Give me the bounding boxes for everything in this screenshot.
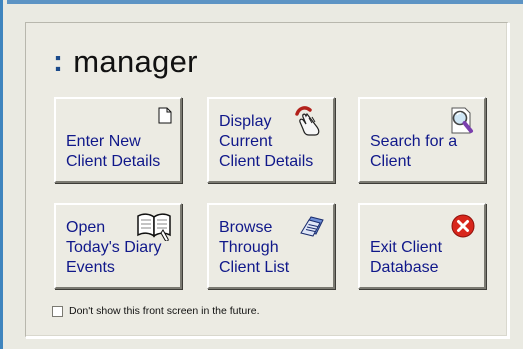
- browse-client-list-button[interactable]: Browse Through Client List: [207, 203, 335, 289]
- title-prefix: :: [53, 45, 64, 78]
- exit-icon: [451, 214, 475, 238]
- display-current-client-button[interactable]: Display Current Client Details: [207, 97, 335, 183]
- window-frame: [7, 0, 523, 4]
- browse-client-list-label: Browse Through Client List: [219, 219, 290, 276]
- hide-front-screen-option[interactable]: Don't show this front screen in the futu…: [52, 305, 260, 317]
- exit-client-database-button[interactable]: Exit Client Database: [358, 203, 486, 289]
- hide-front-screen-checkbox[interactable]: [52, 305, 63, 317]
- search-client-button[interactable]: Search for a Client: [358, 97, 486, 183]
- display-current-client-label: Display Current Client Details: [219, 113, 314, 170]
- open-diary-events-label: Open Today's Diary Events: [66, 219, 162, 276]
- title-text: manager: [73, 44, 198, 79]
- open-diary-events-button[interactable]: Open Today's Diary Events: [54, 203, 182, 289]
- enter-new-client-label: Enter New Client Details: [66, 133, 161, 170]
- enter-new-client-button[interactable]: Enter New Client Details: [54, 97, 182, 183]
- exit-client-database-label: Exit Client Database: [370, 239, 443, 276]
- search-client-label: Search for a Client: [370, 133, 458, 170]
- app-title: : manager: [53, 42, 198, 82]
- hide-front-screen-label: Don't show this front screen in the futu…: [69, 305, 260, 317]
- document-icon: [158, 107, 172, 124]
